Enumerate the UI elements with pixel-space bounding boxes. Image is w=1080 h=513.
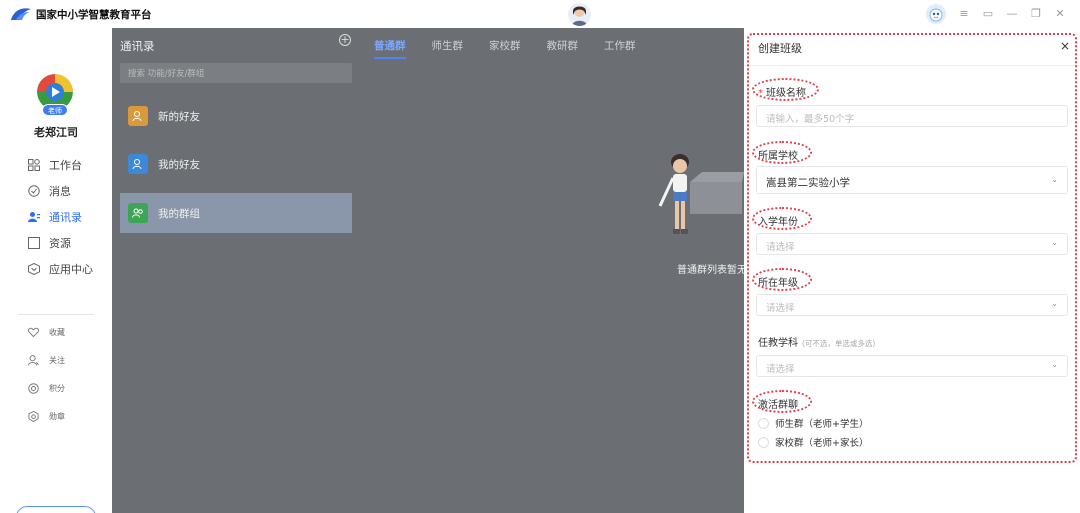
nav-item-workbench[interactable]: 工作台	[28, 152, 93, 178]
enroll-year-placeholder: 请选择	[766, 242, 795, 253]
list-item-label: 我的群组	[158, 207, 200, 220]
nav-label: 消息	[49, 185, 71, 198]
chevron-down-icon: ⌄	[1051, 360, 1058, 369]
list-item-my-groups[interactable]: 我的群组	[120, 193, 352, 233]
tab-teacher-student-group[interactable]: 师生群	[432, 38, 464, 58]
chevron-down-icon: ⌄	[1051, 238, 1058, 247]
points-icon	[28, 382, 39, 394]
menu-icon[interactable]: ≡	[958, 8, 970, 20]
list-item-label: 新的好友	[158, 110, 200, 123]
class-name-label-text: 班级名称	[766, 88, 806, 99]
nav-item-medals[interactable]: 勋章	[28, 402, 65, 430]
friends-icon	[128, 154, 148, 174]
subject-label-text: 任教学科	[758, 338, 798, 349]
grade-placeholder: 请选择	[766, 303, 795, 314]
chat-icon	[28, 185, 40, 197]
new-friend-icon	[128, 106, 148, 126]
required-mark: *	[758, 88, 763, 99]
platform-logo-icon	[11, 8, 31, 20]
maximize-icon[interactable]: ❐	[1030, 8, 1042, 20]
nav-label: 应用中心	[49, 263, 93, 276]
activate-group-label: 激活群聊	[758, 400, 798, 411]
contacts-search-input[interactable]: 搜索 功能/好友/群组	[120, 63, 352, 83]
person-icon	[28, 354, 39, 366]
app-title: 国家中小学智慧教育平台	[36, 9, 152, 21]
grade-label: 所在年级	[758, 278, 798, 289]
nav-label: 勋章	[49, 411, 65, 421]
radio-home-school[interactable]: 家校群（老师+家长）	[758, 435, 868, 449]
radio-label: 家校群（老师+家长）	[775, 438, 869, 449]
enroll-year-select[interactable]: 请选择 ⌄	[756, 233, 1068, 255]
folder-icon	[28, 237, 40, 249]
class-name-label: * 班级名称	[758, 84, 806, 99]
nav-label: 通讯录	[49, 211, 82, 224]
radio-label: 师生群（老师+学生）	[775, 419, 869, 430]
tab-research-group[interactable]: 教研群	[547, 38, 579, 58]
grid-icon	[28, 159, 40, 171]
chevron-down-icon: ⌄	[1051, 299, 1058, 308]
tab-work-group[interactable]: 工作群	[604, 38, 636, 58]
subject-label: 任教学科 (可不选，单选或多选)	[758, 334, 875, 349]
list-item-my-friends[interactable]: 我的好友	[120, 144, 352, 184]
assistant-robot-icon[interactable]	[926, 4, 946, 24]
dialog-title: 创建班级	[758, 42, 802, 55]
nav-item-app-center[interactable]: 应用中心	[28, 256, 93, 282]
radio-teacher-student[interactable]: 师生群（老师+学生）	[758, 416, 868, 430]
user-avatar-top[interactable]	[568, 3, 591, 26]
nav-label: 工作台	[49, 159, 82, 172]
empty-state-illustration	[658, 154, 744, 234]
enroll-year-label: 入学年份	[758, 217, 798, 228]
nav-divider	[18, 314, 94, 315]
nav-item-resources[interactable]: 资源	[28, 230, 93, 256]
nav-item-follow[interactable]: 关注	[28, 346, 65, 374]
left-sidebar: 老师 老郑江司 工作台 消息 通讯录 资源 应用中心 收藏 关注 积分 勋章	[0, 28, 112, 513]
heart-icon	[28, 327, 39, 337]
dialog-close-icon[interactable]: ×	[1060, 39, 1070, 53]
minimize-icon[interactable]: —	[1006, 8, 1018, 20]
groups-icon	[128, 203, 148, 223]
dialog-header: 创建班级 ×	[744, 28, 1080, 66]
contacts-panel: 通讯录 + 搜索 功能/好友/群组 新的好友 我的好友 我的群组	[112, 28, 360, 513]
radio-circle[interactable]	[758, 417, 769, 429]
nav-item-contacts[interactable]: 通讯录	[28, 204, 93, 230]
add-plus-icon[interactable]: +	[339, 34, 351, 46]
class-name-input[interactable]: 请输入，最多50个字	[756, 105, 1068, 127]
nav-label: 积分	[49, 383, 65, 393]
list-item-new-friends[interactable]: 新的好友	[120, 96, 352, 136]
group-tabs: 普通群 师生群 家校群 教研群 工作群	[374, 38, 662, 59]
tab-normal-group[interactable]: 普通群	[374, 38, 406, 59]
school-label: 所属学校	[758, 151, 798, 162]
grade-select[interactable]: 请选择 ⌄	[756, 294, 1068, 316]
school-select-value: 嵩县第二实验小学	[766, 177, 850, 189]
medal-icon	[28, 410, 39, 422]
create-class-dialog: 创建班级 × * 班级名称 请输入，最多50个字 所属学校 嵩县第二实验小学 ⌄ …	[744, 28, 1080, 513]
username: 老郑江司	[34, 126, 78, 139]
nav-item-favorites[interactable]: 收藏	[28, 318, 65, 346]
school-select[interactable]: 嵩县第二实验小学 ⌄	[756, 166, 1068, 194]
nav-item-points[interactable]: 积分	[28, 374, 65, 402]
modal-overlay[interactable]: 通讯录 + 搜索 功能/好友/群组 新的好友 我的好友 我的群组 普通群 师生群…	[112, 28, 747, 513]
empty-state-text: 普通群列表暂无	[677, 265, 747, 276]
title-bar: 国家中小学智慧教育平台 ≡ ▭ — ❐ ✕	[0, 0, 1080, 28]
nav-item-messages[interactable]: 消息	[28, 178, 93, 204]
tab-home-school-group[interactable]: 家校群	[489, 38, 521, 58]
radio-circle[interactable]	[758, 436, 769, 448]
screen-icon[interactable]: ▭	[982, 8, 994, 20]
close-icon[interactable]: ✕	[1054, 8, 1066, 20]
bottom-action-button[interactable]	[16, 506, 96, 513]
nav-label: 关注	[49, 355, 65, 365]
subject-placeholder: 请选择	[766, 364, 795, 375]
apps-icon	[28, 263, 40, 275]
profile-avatar[interactable]: 老师	[37, 74, 73, 116]
contacts-title: 通讯录	[120, 39, 155, 53]
list-item-label: 我的好友	[158, 158, 200, 171]
role-badge: 老师	[42, 104, 68, 116]
chevron-down-icon: ⌄	[1051, 175, 1058, 184]
contacts-icon	[28, 212, 40, 222]
subject-hint: (可不选，单选或多选)	[802, 339, 876, 348]
nav-label: 资源	[49, 237, 71, 250]
nav-label: 收藏	[49, 327, 65, 337]
subject-select[interactable]: 请选择 ⌄	[756, 355, 1068, 377]
